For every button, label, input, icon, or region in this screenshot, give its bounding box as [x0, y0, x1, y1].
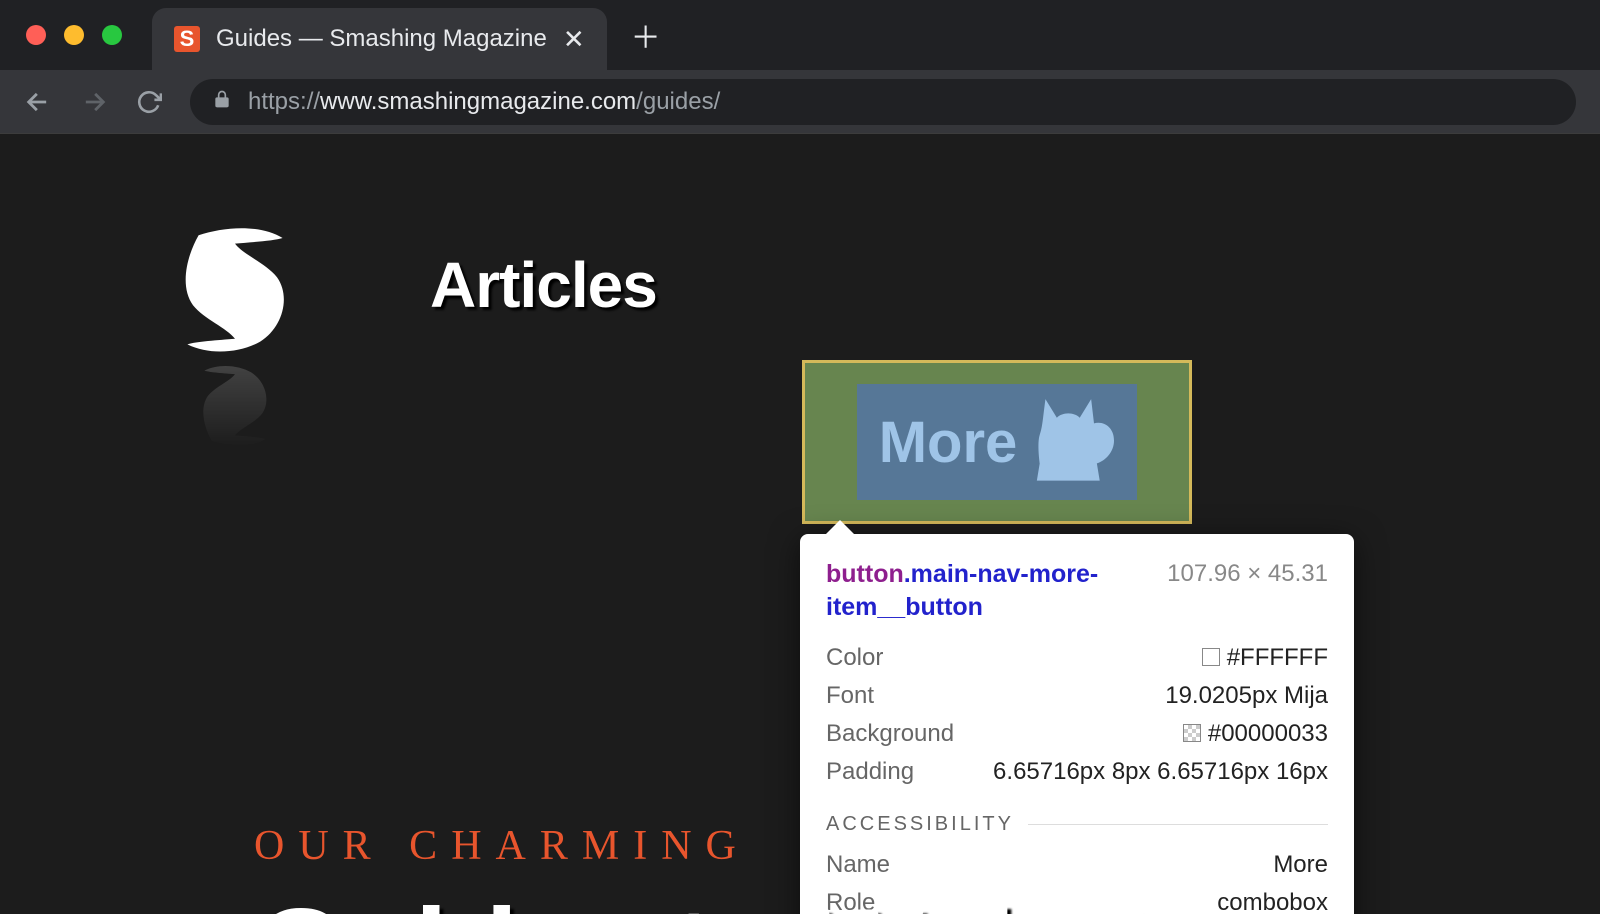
page-content: Articles More button.main-nav-more-item_… — [0, 134, 1600, 914]
reload-button[interactable] — [136, 89, 162, 115]
inspected-element-highlight: More — [802, 360, 1192, 524]
address-bar[interactable]: https://www.smashingmagazine.com/guides/ — [190, 79, 1576, 125]
more-label: More — [879, 409, 1018, 476]
favicon-icon: S — [174, 26, 200, 52]
browser-window: S Guides — Smashing Magazine ✕ ＋ https:/… — [0, 0, 1600, 134]
tooltip-row-background: Background #00000033 — [826, 715, 1328, 753]
tooltip-dimensions: 107.96 × 45.31 — [1167, 560, 1328, 588]
tooltip-row-padding: Padding 6.65716px 8px 6.65716px 16px — [826, 753, 1328, 791]
logo-s-icon — [160, 224, 310, 364]
tab-strip: S Guides — Smashing Magazine ✕ ＋ — [0, 0, 1600, 70]
headline-title: Guides to Web Des — [254, 882, 1294, 914]
tooltip-selector: button.main-nav-more-item__button — [826, 558, 1147, 623]
tooltip-row-font: Font 19.0205px Mija — [826, 677, 1328, 715]
tooltip-row-color: Color #FFFFFF — [826, 639, 1328, 677]
tab-close-icon[interactable]: ✕ — [563, 24, 585, 55]
back-button[interactable] — [24, 88, 52, 116]
browser-tab[interactable]: S Guides — Smashing Magazine ✕ — [152, 8, 607, 70]
window-close-button[interactable] — [26, 25, 46, 45]
logo-reflection — [160, 358, 310, 448]
nav-articles[interactable]: Articles — [430, 248, 657, 322]
window-zoom-button[interactable] — [102, 25, 122, 45]
window-controls — [26, 25, 122, 45]
headline-eyebrow: OUR CHARMING — [254, 822, 1294, 870]
toolbar: https://www.smashingmagazine.com/guides/ — [0, 70, 1600, 134]
window-minimize-button[interactable] — [64, 25, 84, 45]
cat-icon — [1029, 392, 1119, 492]
site-logo[interactable] — [160, 224, 310, 448]
tab-title: Guides — Smashing Magazine — [216, 25, 547, 53]
page-headline: OUR CHARMING Guides to Web Des — [254, 822, 1294, 914]
new-tab-button[interactable]: ＋ — [631, 13, 661, 57]
site-nav: Articles — [0, 134, 1600, 448]
forward-button[interactable] — [80, 88, 108, 116]
url-text: https://www.smashingmagazine.com/guides/ — [248, 88, 720, 116]
nav-more-button[interactable]: More — [857, 384, 1138, 500]
lock-icon — [212, 88, 232, 116]
